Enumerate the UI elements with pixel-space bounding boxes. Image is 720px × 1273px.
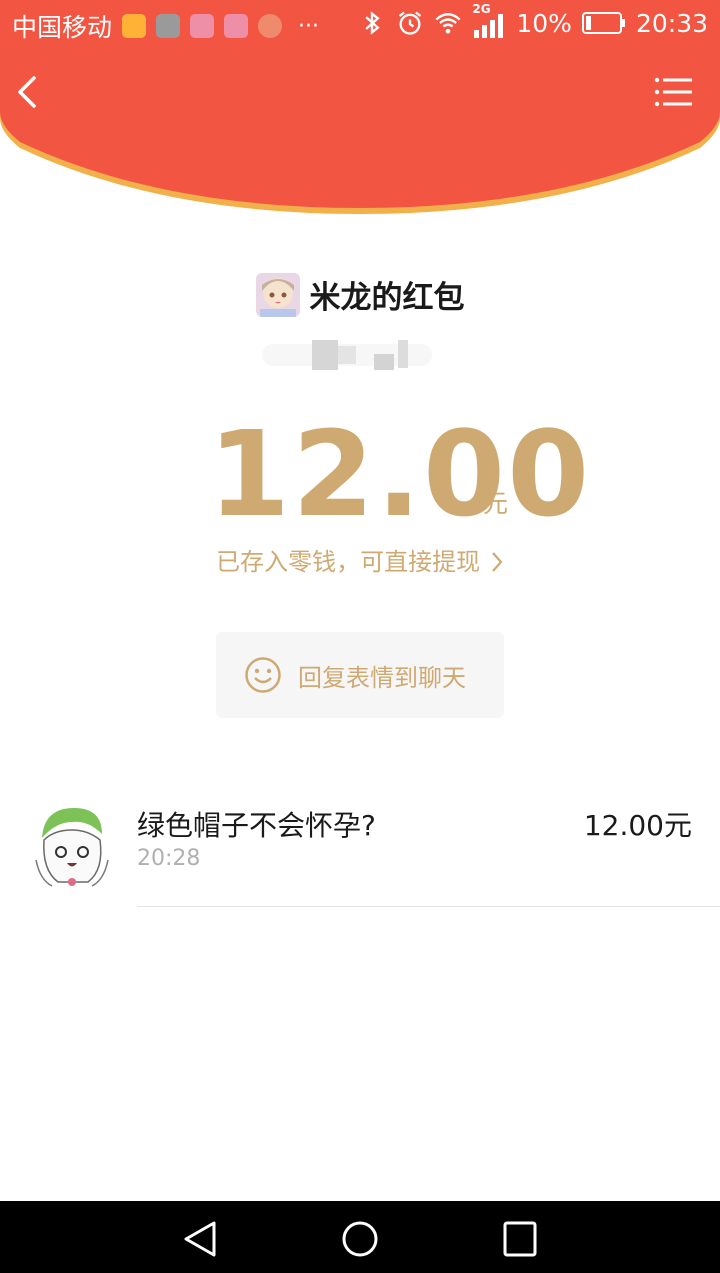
more-notifications: ··· — [298, 13, 319, 39]
battery-icon — [581, 12, 625, 34]
saved-to-wallet-link[interactable]: 已存入零钱，可直接提现 — [0, 542, 720, 577]
saved-note-text: 已存入零钱，可直接提现 — [216, 548, 481, 576]
back-button[interactable] — [12, 72, 46, 112]
clock: 20:33 — [635, 8, 708, 38]
chevron-right-icon — [491, 552, 503, 572]
packet-amount: 12.00 — [208, 405, 592, 543]
app-notification-icon — [258, 14, 283, 38]
reply-button-label: 回复表情到聊天 — [298, 663, 466, 692]
app-notification-icon — [224, 14, 249, 38]
sender-avatar — [255, 272, 300, 317]
list-item[interactable]: 绿色帽子不会怀孕? 20:28 12.00元 — [0, 790, 720, 908]
carrier-name: 中国移动 — [12, 13, 113, 42]
blurred-message — [262, 340, 432, 370]
gallery-notification-icon — [156, 14, 181, 38]
divider — [137, 906, 720, 907]
receive-time: 20:28 — [137, 846, 201, 871]
nav-home-icon[interactable] — [338, 1219, 382, 1259]
mail-notification-icon — [122, 14, 147, 38]
packet-title: 米龙的红包 — [309, 280, 465, 316]
nav-recent-icon[interactable] — [498, 1219, 542, 1259]
amount-unit: 元 — [483, 489, 509, 518]
navigation-bar — [0, 1201, 720, 1273]
nav-back-icon[interactable] — [178, 1219, 222, 1259]
received-amount: 12.00元 — [583, 809, 692, 842]
signal-icon: 2G — [472, 2, 506, 38]
status-bar: 中国移动 ··· 2G 10% 20:33 — [0, 0, 720, 50]
reply-sticker-button[interactable]: 回复表情到聊天 — [216, 632, 504, 718]
receiver-name: 绿色帽子不会怀孕? — [137, 809, 376, 842]
smile-icon — [245, 657, 281, 693]
battery-percentage: 10% — [516, 8, 572, 38]
alarm-icon — [399, 11, 422, 35]
receiver-avatar — [28, 800, 116, 888]
sender-row: 米龙的红包 — [0, 272, 720, 317]
menu-button[interactable] — [654, 76, 692, 108]
app-notification-icon — [190, 14, 215, 38]
bluetooth-icon — [365, 11, 381, 35]
wifi-icon — [435, 13, 461, 34]
